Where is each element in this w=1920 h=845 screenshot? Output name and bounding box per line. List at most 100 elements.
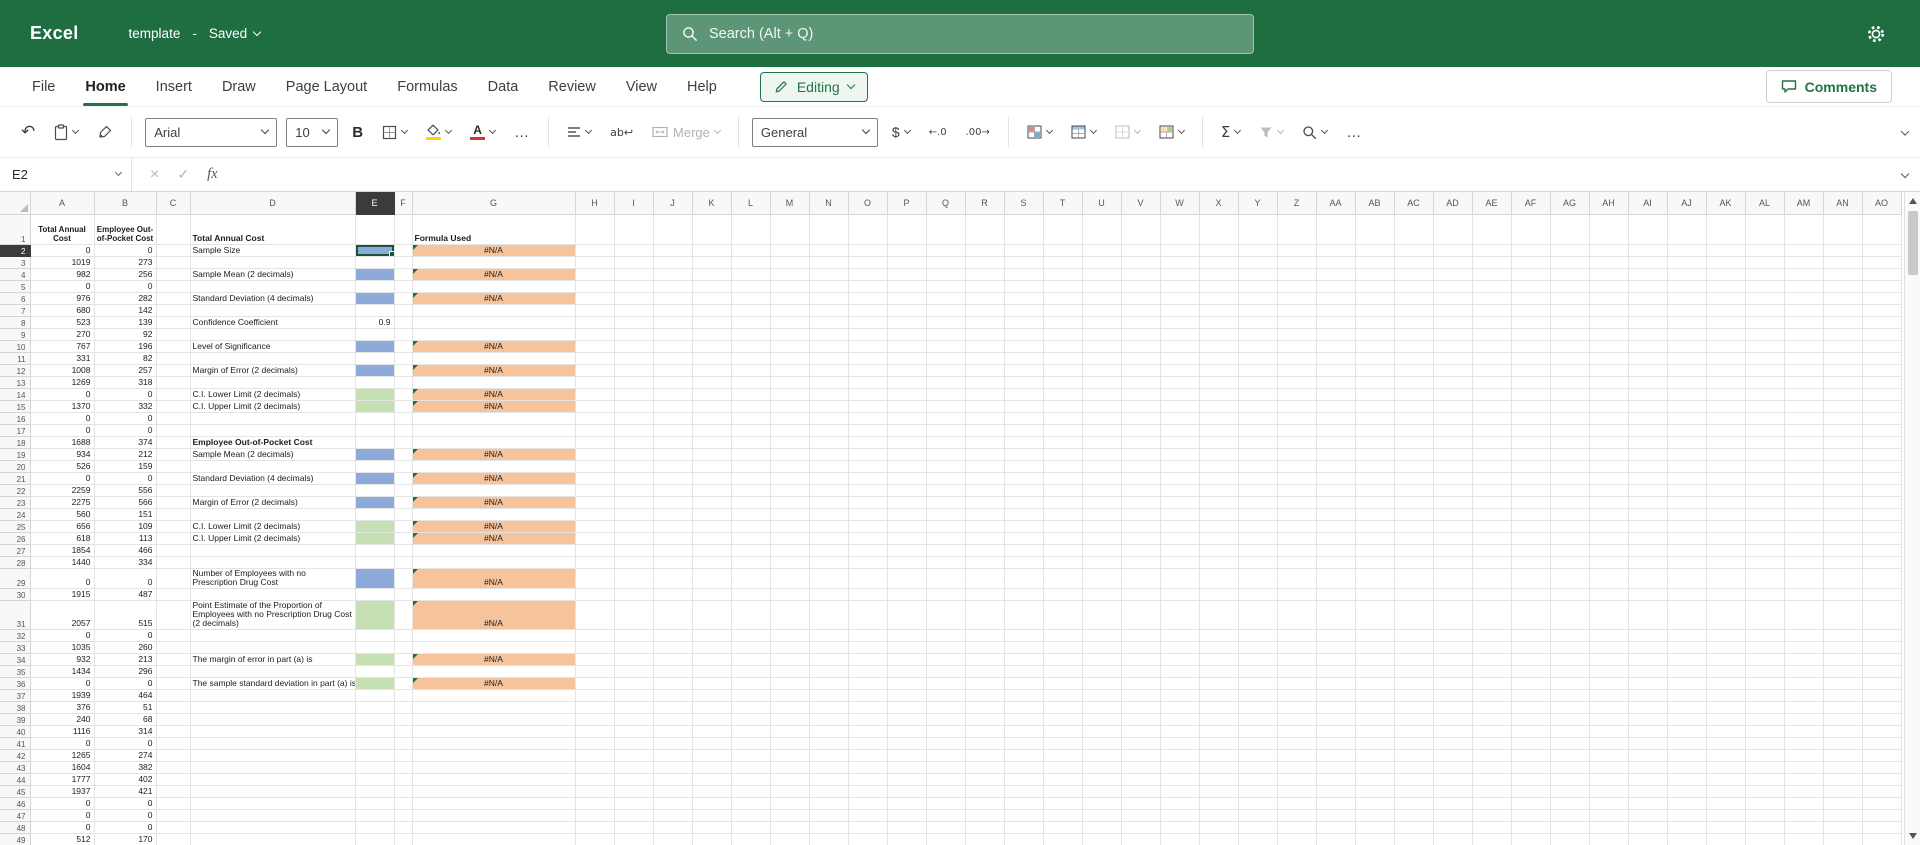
cell-AE10[interactable]	[1472, 340, 1512, 353]
cell-F47[interactable]	[394, 809, 413, 822]
cell-AF43[interactable]	[1511, 761, 1551, 774]
cell-AB31[interactable]	[1355, 600, 1395, 630]
cell-AJ32[interactable]	[1667, 629, 1707, 642]
cell-AB39[interactable]	[1355, 713, 1395, 726]
cell-Y46[interactable]	[1238, 797, 1278, 810]
cell-AL42[interactable]	[1745, 749, 1785, 762]
cell-I36[interactable]	[614, 677, 654, 690]
cell-G12[interactable]: #N/A	[412, 364, 576, 377]
cell-AH48[interactable]	[1589, 821, 1629, 834]
cell-T25[interactable]	[1043, 520, 1083, 533]
cell-AE48[interactable]	[1472, 821, 1512, 834]
cell-AO27[interactable]	[1862, 544, 1902, 557]
cell-AF4[interactable]	[1511, 268, 1551, 281]
cell-T24[interactable]	[1043, 508, 1083, 521]
cell-AC47[interactable]	[1394, 809, 1434, 822]
cell-AJ14[interactable]	[1667, 388, 1707, 401]
cell-AO48[interactable]	[1862, 821, 1902, 834]
cell-W21[interactable]	[1160, 472, 1200, 485]
cell-Z35[interactable]	[1277, 665, 1317, 678]
cell-Q23[interactable]	[926, 496, 966, 509]
cell-T4[interactable]	[1043, 268, 1083, 281]
cell-Q12[interactable]	[926, 364, 966, 377]
cell-K23[interactable]	[692, 496, 732, 509]
cell-B35[interactable]: 296	[94, 665, 157, 678]
cell-X9[interactable]	[1199, 328, 1239, 341]
cell-T26[interactable]	[1043, 532, 1083, 545]
cell-K41[interactable]	[692, 737, 732, 750]
cell-U37[interactable]	[1082, 689, 1122, 702]
cell-AC13[interactable]	[1394, 376, 1434, 389]
cell-J21[interactable]	[653, 472, 693, 485]
cell-I27[interactable]	[614, 544, 654, 557]
cell-T29[interactable]	[1043, 568, 1083, 589]
cell-AH49[interactable]	[1589, 833, 1629, 845]
cell-B5[interactable]: 0	[94, 280, 157, 293]
cell-AG46[interactable]	[1550, 797, 1590, 810]
cell-B40[interactable]: 314	[94, 725, 157, 738]
cell-L12[interactable]	[731, 364, 771, 377]
cell-E41[interactable]	[355, 737, 395, 750]
cell-Z13[interactable]	[1277, 376, 1317, 389]
cell-O31[interactable]	[848, 600, 888, 630]
cell-AB36[interactable]	[1355, 677, 1395, 690]
cell-AI34[interactable]	[1628, 653, 1668, 666]
cell-AA49[interactable]	[1316, 833, 1356, 845]
cell-I3[interactable]	[614, 256, 654, 269]
cell-H4[interactable]	[575, 268, 615, 281]
cell-S42[interactable]	[1004, 749, 1044, 762]
cell-AJ7[interactable]	[1667, 304, 1707, 317]
cell-AL38[interactable]	[1745, 701, 1785, 714]
cell-A21[interactable]: 0	[30, 472, 95, 485]
cell-G10[interactable]: #N/A	[412, 340, 576, 353]
cell-H44[interactable]	[575, 773, 615, 786]
cell-D4[interactable]: Sample Mean (2 decimals)	[190, 268, 356, 281]
cell-AD25[interactable]	[1433, 520, 1473, 533]
column-header-K[interactable]: K	[692, 192, 732, 215]
cell-AM31[interactable]	[1784, 600, 1824, 630]
column-header-T[interactable]: T	[1043, 192, 1083, 215]
cell-AA13[interactable]	[1316, 376, 1356, 389]
cell-T36[interactable]	[1043, 677, 1083, 690]
cell-AC32[interactable]	[1394, 629, 1434, 642]
row-header-4[interactable]: 4	[0, 268, 31, 281]
cell-R48[interactable]	[965, 821, 1005, 834]
cell-G35[interactable]	[412, 665, 576, 678]
cell-O24[interactable]	[848, 508, 888, 521]
cell-AJ20[interactable]	[1667, 460, 1707, 473]
cell-AN40[interactable]	[1823, 725, 1863, 738]
format-as-table-button[interactable]	[1066, 121, 1101, 143]
cell-J22[interactable]	[653, 484, 693, 497]
cell-AL3[interactable]	[1745, 256, 1785, 269]
cell-AI8[interactable]	[1628, 316, 1668, 329]
cell-F22[interactable]	[394, 484, 413, 497]
cell-F21[interactable]	[394, 472, 413, 485]
cell-AE9[interactable]	[1472, 328, 1512, 341]
cell-S7[interactable]	[1004, 304, 1044, 317]
cell-X17[interactable]	[1199, 424, 1239, 437]
cell-N31[interactable]	[809, 600, 849, 630]
cell-AM40[interactable]	[1784, 725, 1824, 738]
cell-AC43[interactable]	[1394, 761, 1434, 774]
cell-X15[interactable]	[1199, 400, 1239, 413]
cell-AJ33[interactable]	[1667, 641, 1707, 654]
cell-S12[interactable]	[1004, 364, 1044, 377]
cell-AF47[interactable]	[1511, 809, 1551, 822]
cell-AC37[interactable]	[1394, 689, 1434, 702]
cell-O10[interactable]	[848, 340, 888, 353]
cell-AK35[interactable]	[1706, 665, 1746, 678]
cell-Y18[interactable]	[1238, 436, 1278, 449]
cell-Q11[interactable]	[926, 352, 966, 365]
row-header-11[interactable]: 11	[0, 352, 31, 365]
cell-G49[interactable]	[412, 833, 576, 845]
cell-Z20[interactable]	[1277, 460, 1317, 473]
cell-AF16[interactable]	[1511, 412, 1551, 425]
cell-AG3[interactable]	[1550, 256, 1590, 269]
cell-I25[interactable]	[614, 520, 654, 533]
cell-AK26[interactable]	[1706, 532, 1746, 545]
cell-AE15[interactable]	[1472, 400, 1512, 413]
cell-N21[interactable]	[809, 472, 849, 485]
cell-R30[interactable]	[965, 588, 1005, 601]
cell-AA10[interactable]	[1316, 340, 1356, 353]
cell-AL47[interactable]	[1745, 809, 1785, 822]
